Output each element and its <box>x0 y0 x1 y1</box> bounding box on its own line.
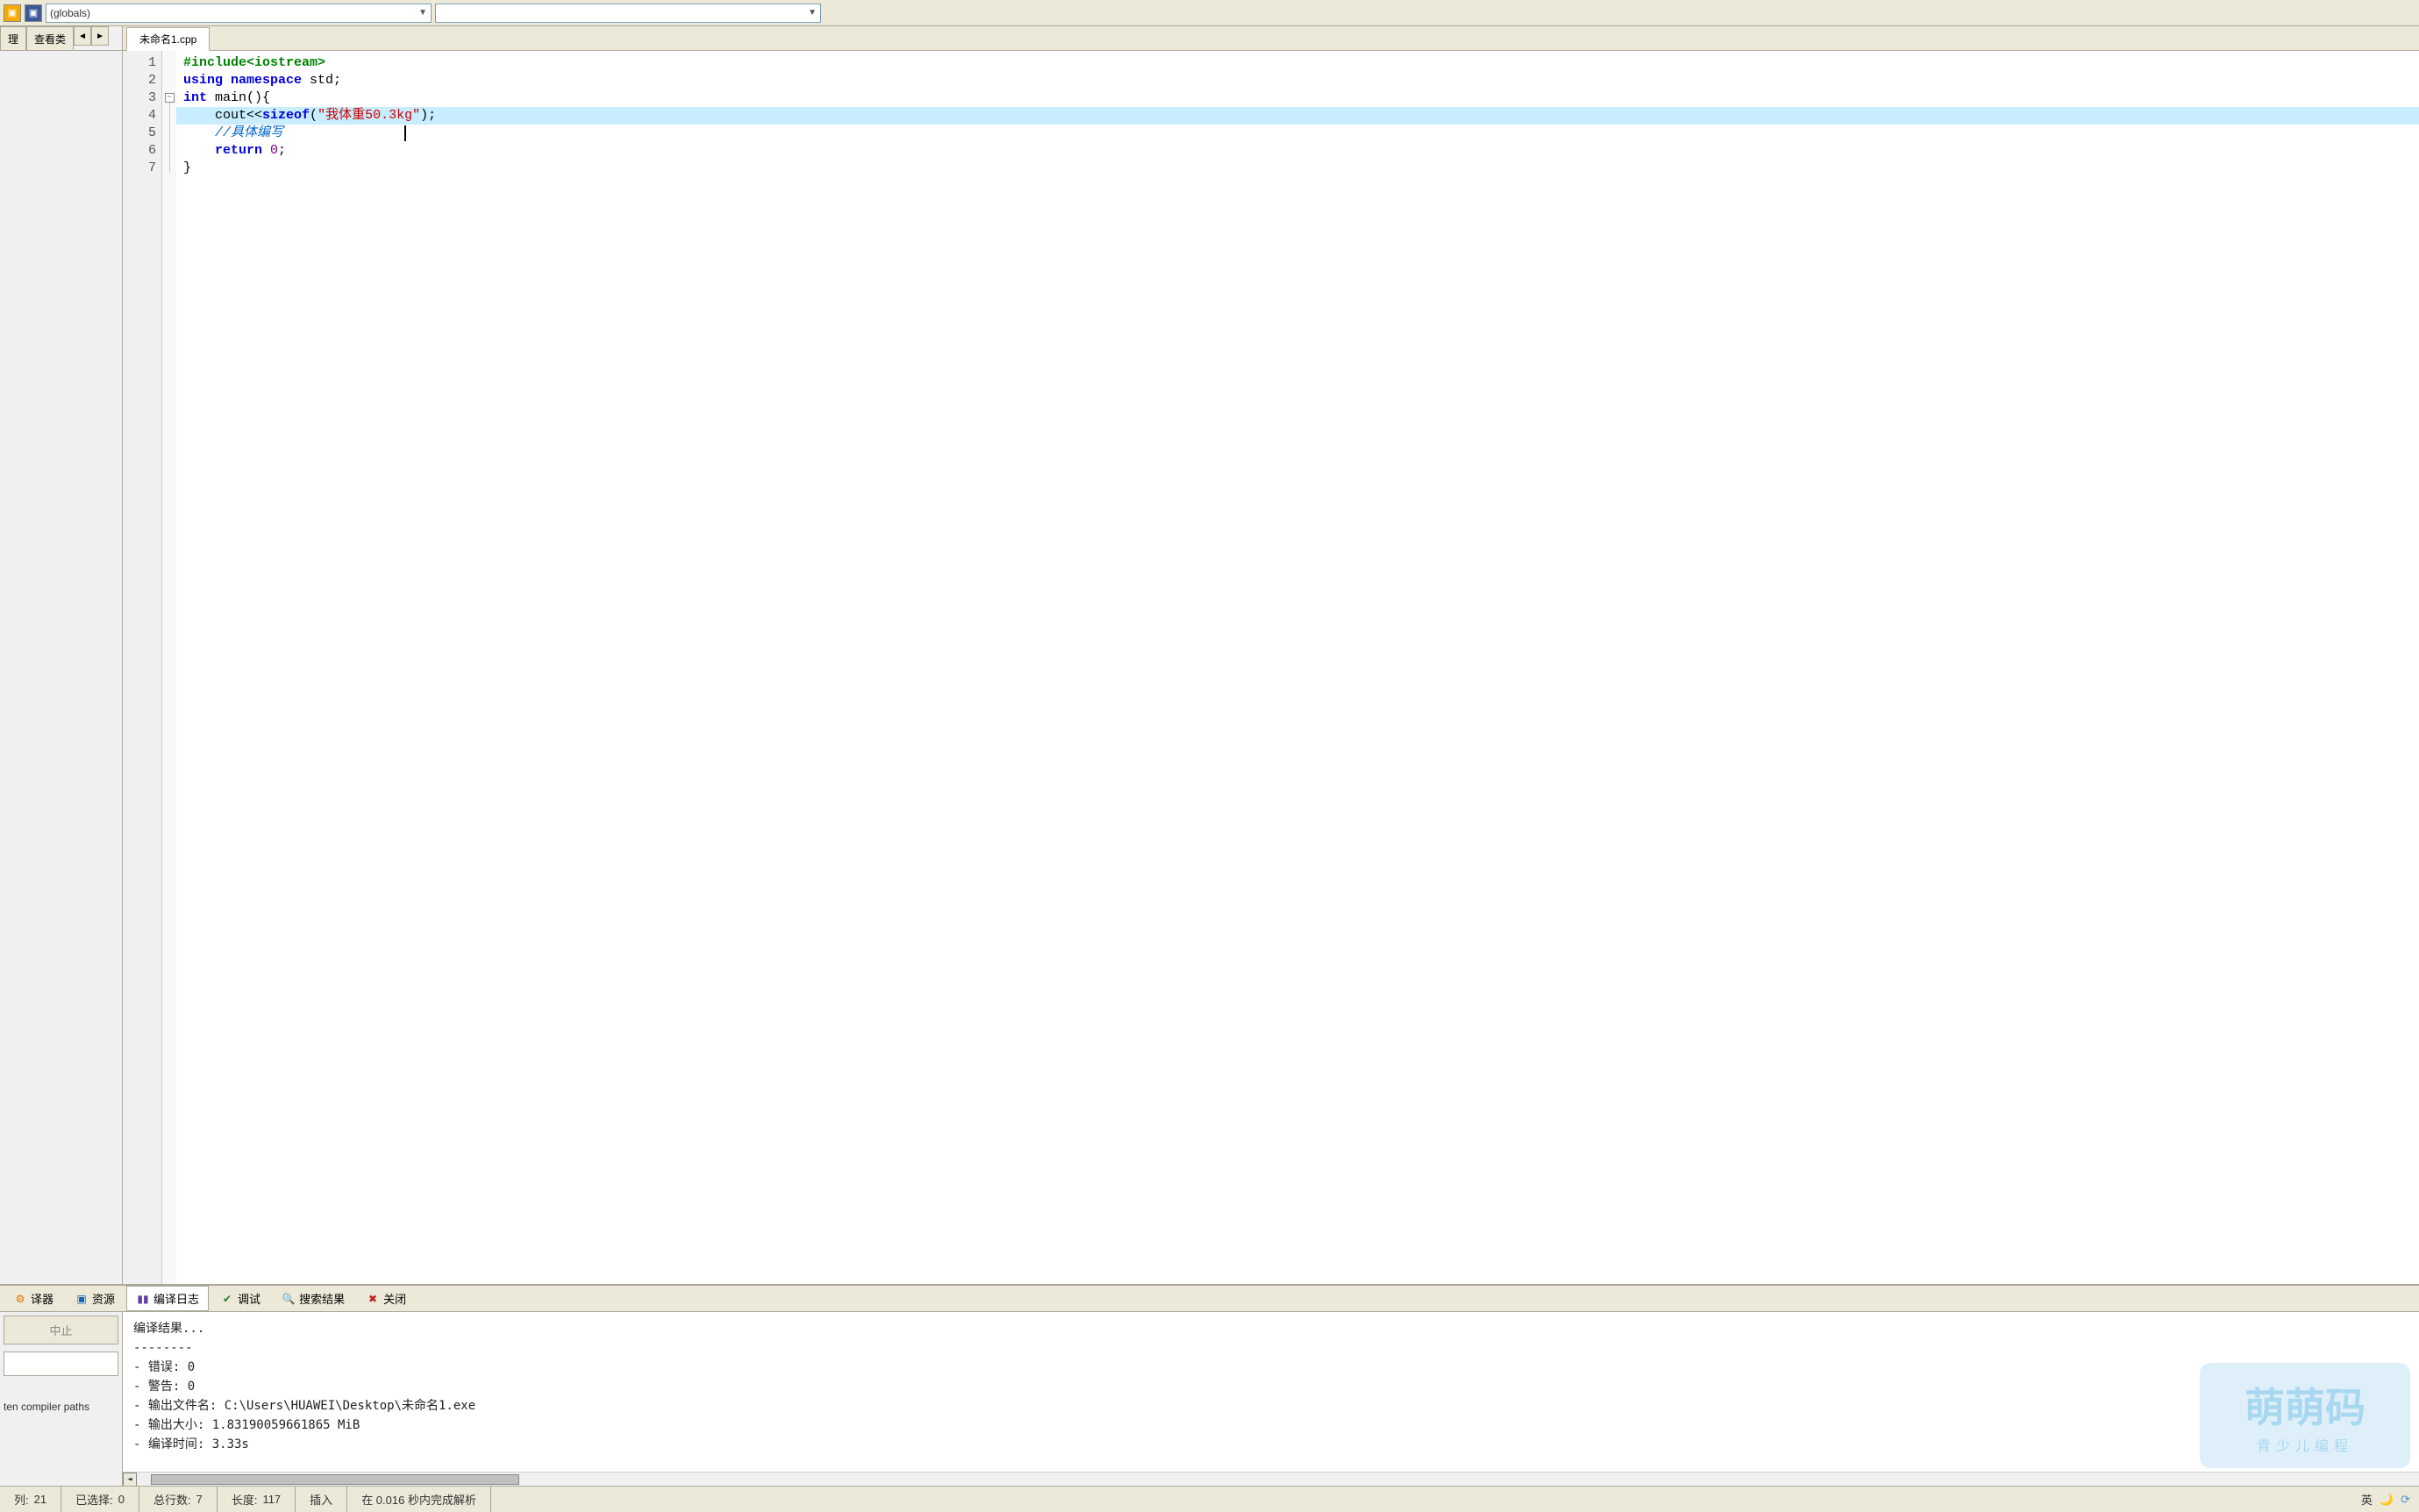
status-selected: 已选择: 0 <box>61 1487 139 1512</box>
tab-label: 搜索结果 <box>299 1290 345 1307</box>
statusbar: 列: 21 已选择: 0 总行数: 7 长度: 117 插入 在 0.016 秒… <box>0 1486 2419 1512</box>
scope-dropdown[interactable]: (globals) ▼ <box>46 4 432 23</box>
line-number: 3 <box>123 89 156 107</box>
compiler-paths-label: ten compiler paths <box>4 1401 118 1413</box>
status-total-lines: 总行数: 7 <box>139 1487 218 1512</box>
code-text: sizeof <box>262 108 310 123</box>
tab-close[interactable]: ✖ 关闭 <box>356 1286 416 1311</box>
fold-column: − <box>162 51 176 1284</box>
compiler-icon: ⚙ <box>13 1292 27 1306</box>
code-text <box>183 125 215 140</box>
nav-prev-button[interactable]: ◄ <box>74 26 91 46</box>
toolbar-icon-1[interactable]: ▣ <box>4 4 21 22</box>
line-number: 1 <box>123 54 156 72</box>
bottom-content: 中止 ten compiler paths 编译结果... -------- -… <box>0 1312 2419 1486</box>
code-text: //具体编写 <box>215 125 283 140</box>
fold-toggle-icon[interactable]: − <box>165 93 175 103</box>
status-insert-mode: 插入 <box>296 1487 347 1512</box>
output-size: - 输出大小: 1.83190059661865 MiB <box>133 1416 2408 1435</box>
sync-icon[interactable]: ⟳ <box>2401 1493 2410 1507</box>
bottom-left-panel: 中止 ten compiler paths <box>0 1312 123 1486</box>
tab-compile-log[interactable]: ▮▮ 编译日志 <box>126 1286 209 1311</box>
toolbar-top: ▣ ▣ (globals) ▼ ▼ <box>0 0 2419 26</box>
code-text: using <box>183 73 223 88</box>
tab-label: 调试 <box>238 1290 260 1307</box>
line-number: 5 <box>123 125 156 142</box>
moon-icon[interactable]: 🌙 <box>2380 1493 2394 1507</box>
chart-icon: ▮▮ <box>136 1292 150 1306</box>
output-header: 编译结果... <box>133 1319 2408 1338</box>
code-text: main(){ <box>207 90 270 105</box>
check-icon: ✔ <box>220 1292 234 1306</box>
side-panel: 理 查看类 ◄ ► <box>0 26 123 1284</box>
code-text: #include<iostream> <box>183 55 325 70</box>
output-sep: -------- <box>133 1338 2408 1358</box>
side-tab-manage[interactable]: 理 <box>0 26 26 50</box>
abort-button[interactable]: 中止 <box>4 1316 118 1344</box>
scrollbar-thumb[interactable] <box>151 1474 519 1485</box>
tab-resource[interactable]: ▣ 资源 <box>65 1286 125 1311</box>
output-tabs: ⚙ 译器 ▣ 资源 ▮▮ 编译日志 ✔ 调试 🔍 搜索结果 ✖ 关闭 <box>0 1286 2419 1312</box>
main-area: 理 查看类 ◄ ► 未命名1.cpp 1 2 3 4 5 6 7 − <box>0 26 2419 1284</box>
code-text: 0 <box>262 143 278 158</box>
tab-label: 译器 <box>31 1290 54 1307</box>
tab-debug[interactable]: ✔ 调试 <box>211 1286 270 1311</box>
side-tab-class[interactable]: 查看类 <box>26 26 74 50</box>
code-text: ; <box>278 143 286 158</box>
scope-value: (globals) <box>50 7 90 19</box>
tab-label: 关闭 <box>383 1290 406 1307</box>
code-text: int <box>183 90 207 105</box>
output-filename: - 输出文件名: C:\Users\HUAWEI\Desktop\未命名1.ex… <box>133 1396 2408 1416</box>
empty-field[interactable] <box>4 1352 118 1376</box>
status-column: 列: 21 <box>0 1487 61 1512</box>
member-dropdown[interactable]: ▼ <box>435 4 821 23</box>
side-tabs: 理 查看类 ◄ ► <box>0 26 122 51</box>
output-errors: - 错误: 0 <box>133 1358 2408 1377</box>
bottom-panel: ⚙ 译器 ▣ 资源 ▮▮ 编译日志 ✔ 调试 🔍 搜索结果 ✖ 关闭 中止 te… <box>0 1284 2419 1486</box>
file-tabs: 未命名1.cpp <box>123 26 2419 51</box>
output-warnings: - 警告: 0 <box>133 1377 2408 1396</box>
code-text: ); <box>420 108 436 123</box>
code-text <box>183 108 215 123</box>
toolbar-icon-2[interactable]: ▣ <box>25 4 42 22</box>
line-number: 4 <box>123 107 156 125</box>
code-text: ( <box>310 108 318 123</box>
code-text: "我体重50.3kg" <box>318 108 420 123</box>
editor-wrap: 未命名1.cpp 1 2 3 4 5 6 7 − <box>123 26 2419 1284</box>
tab-compiler[interactable]: ⚙ 译器 <box>4 1286 63 1311</box>
status-right: 英 🌙 ⟳ <box>2361 1491 2419 1508</box>
close-icon: ✖ <box>366 1292 380 1306</box>
code-text: std; <box>302 73 341 88</box>
scroll-left-icon[interactable]: ◄ <box>123 1473 137 1487</box>
resource-icon: ▣ <box>75 1292 89 1306</box>
line-number: 6 <box>123 142 156 160</box>
line-number-gutter: 1 2 3 4 5 6 7 <box>123 51 162 1284</box>
compile-output[interactable]: 编译结果... -------- - 错误: 0 - 警告: 0 - 输出文件名… <box>123 1312 2419 1486</box>
ime-indicator[interactable]: 英 <box>2361 1491 2373 1508</box>
status-parse-time: 在 0.016 秒内完成解析 <box>347 1487 491 1512</box>
code-text: cout<< <box>215 108 262 123</box>
text-caret <box>404 125 406 141</box>
file-tab-active[interactable]: 未命名1.cpp <box>126 27 210 51</box>
chevron-down-icon: ▼ <box>808 8 817 18</box>
output-time: - 编译时间: 3.33s <box>133 1435 2408 1454</box>
tab-label: 编译日志 <box>153 1290 199 1307</box>
code-text: return <box>215 143 262 158</box>
code-text <box>183 143 215 158</box>
code-editor[interactable]: 1 2 3 4 5 6 7 − #include<iostream> us <box>123 51 2419 1284</box>
line-number: 7 <box>123 160 156 177</box>
line-number: 2 <box>123 72 156 89</box>
code-text: namespace <box>231 73 302 88</box>
current-line-highlight <box>176 107 2419 125</box>
tab-label: 资源 <box>92 1290 115 1307</box>
nav-next-button[interactable]: ► <box>91 26 109 46</box>
code-text: } <box>183 160 191 175</box>
chevron-down-icon: ▼ <box>418 8 427 18</box>
horizontal-scrollbar[interactable]: ◄ <box>123 1472 2419 1486</box>
tab-search-results[interactable]: 🔍 搜索结果 <box>272 1286 354 1311</box>
search-icon: 🔍 <box>282 1292 296 1306</box>
status-length: 长度: 117 <box>218 1487 296 1512</box>
code-content[interactable]: #include<iostream> using namespace std; … <box>176 51 2419 1284</box>
